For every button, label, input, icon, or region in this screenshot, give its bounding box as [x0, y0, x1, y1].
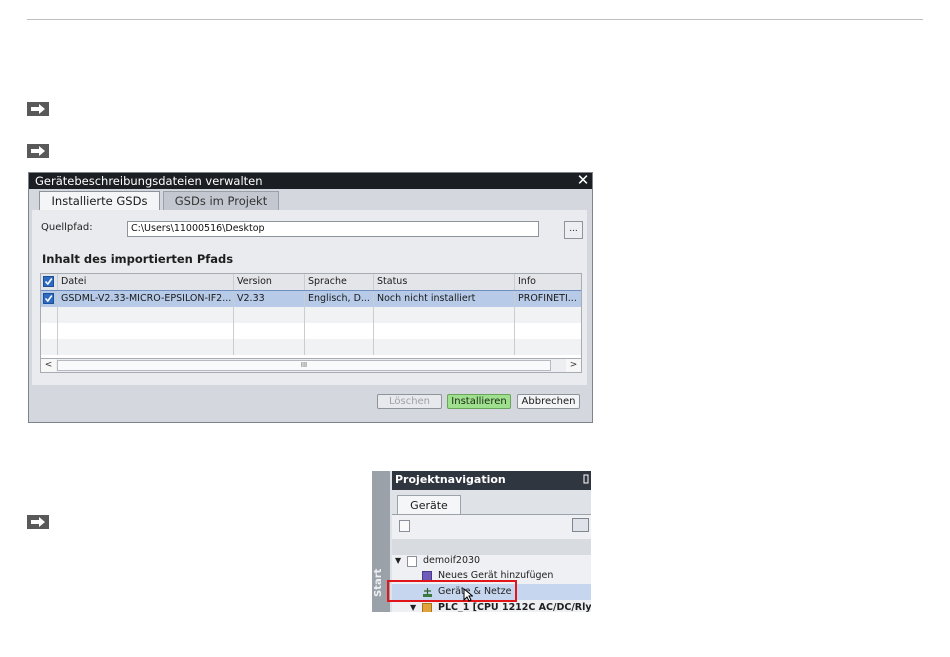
checkbox-icon[interactable] — [43, 293, 54, 304]
cell-language: Englisch, D... — [305, 291, 374, 307]
highlight-box — [387, 580, 517, 602]
horizontal-scrollbar[interactable]: < III > — [40, 358, 582, 373]
view-toggle-icon[interactable] — [572, 518, 589, 532]
column-header-language[interactable]: Sprache — [305, 274, 374, 290]
row-checkbox-cell[interactable] — [41, 291, 58, 307]
delete-button[interactable]: Löschen — [377, 394, 442, 409]
new-item-icon[interactable] — [399, 520, 410, 532]
column-header-status[interactable]: Status — [374, 274, 515, 290]
mouse-cursor-icon — [463, 587, 474, 606]
top-rule — [27, 19, 923, 20]
table-row-empty — [41, 307, 581, 323]
browse-button[interactable]: ... — [564, 221, 583, 239]
install-button[interactable]: Installieren — [447, 394, 511, 409]
cancel-button[interactable]: Abbrechen — [517, 394, 580, 409]
tab-devices[interactable]: Geräte — [397, 495, 461, 515]
select-all-checkbox[interactable] — [41, 274, 58, 290]
checkbox-icon[interactable] — [43, 276, 54, 287]
section-title: Inhalt des importierten Pfads — [42, 252, 234, 266]
cell-status: Noch nicht installiert — [374, 291, 515, 307]
table-row[interactable]: GSDML-V2.33-MICRO-EPSILON-IF2... V2.33 E… — [41, 290, 581, 308]
table-header: Datei Version Sprache Status Info — [41, 274, 581, 291]
source-path-input[interactable]: C:\Users\11000516\Desktop — [127, 221, 539, 237]
dialog-title-bar: Gerätebeschreibungsdateien verwalten ✕ — [29, 173, 592, 189]
step-arrow-icon — [27, 102, 49, 116]
project-icon — [407, 556, 417, 567]
pin-icon[interactable] — [583, 473, 589, 485]
column-header-file[interactable]: Datei — [58, 274, 234, 290]
close-icon[interactable]: ✕ — [575, 173, 591, 189]
cell-version: V2.33 — [234, 291, 305, 307]
dialog-title: Gerätebeschreibungsdateien verwalten — [35, 174, 263, 188]
cell-file: GSDML-V2.33-MICRO-EPSILON-IF2... — [58, 291, 234, 307]
column-header-info[interactable]: Info — [515, 274, 581, 290]
expand-arrow-icon[interactable]: ▼ — [395, 553, 401, 569]
gsd-manager-dialog: Gerätebeschreibungsdateien verwalten ✕ I… — [28, 172, 593, 423]
scroll-left-icon[interactable]: < — [41, 359, 56, 372]
plc-icon — [422, 603, 432, 612]
start-label: Start — [373, 568, 384, 597]
tab-installed-gsds[interactable]: Installierte GSDs — [39, 191, 160, 211]
column-header-version[interactable]: Version — [234, 274, 305, 290]
tree-item-label: demoif2030 — [423, 555, 481, 566]
step-arrow-icon — [27, 515, 49, 529]
table-row-empty — [41, 323, 581, 339]
tab-project-gsds[interactable]: GSDs im Projekt — [163, 191, 279, 210]
scrollbar-thumb[interactable]: III — [57, 360, 551, 371]
table-row-empty — [41, 339, 581, 355]
step-arrow-icon — [27, 144, 49, 158]
cell-info: PROFINETI... — [518, 293, 577, 304]
scroll-right-icon[interactable]: > — [566, 359, 581, 372]
tree-item-project[interactable]: ▼ demoif2030 — [392, 553, 591, 569]
source-path-label: Quellpfad: — [41, 222, 93, 233]
project-navigation-header: Projektnavigation — [392, 471, 591, 490]
project-navigation-title: Projektnavigation — [395, 473, 506, 486]
